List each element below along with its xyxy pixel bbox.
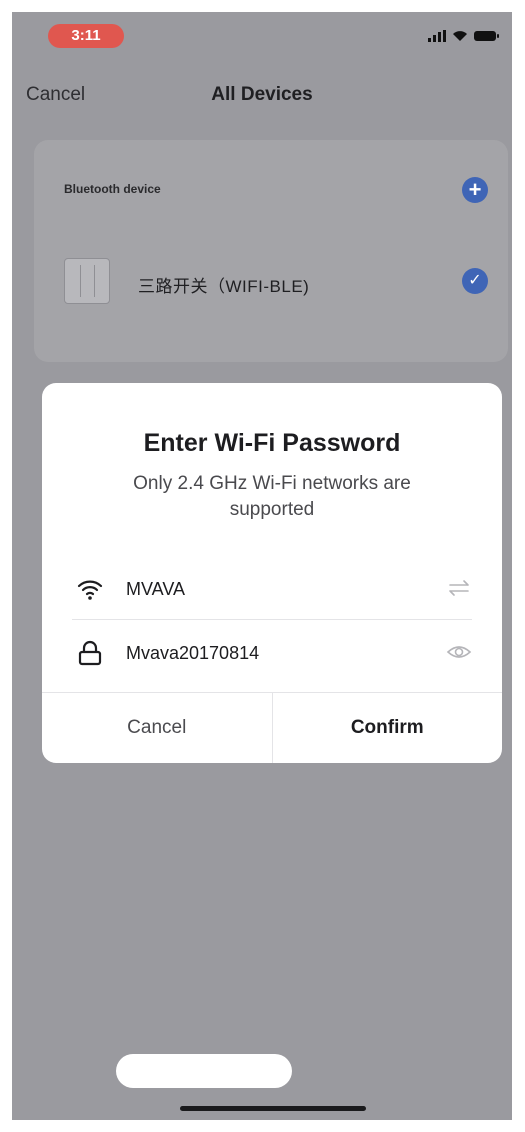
wifi-password-dialog: Enter Wi-Fi Password Only 2.4 GHz Wi-Fi … [42,383,502,763]
ssid-value: MVAVA [126,579,186,599]
wifi-icon [77,580,103,600]
check-icon[interactable]: ✓ [462,268,488,294]
switch-network-icon[interactable] [446,575,472,601]
password-field[interactable]: Mvava20170814 [126,643,259,664]
nav-cancel-button[interactable]: Cancel [26,84,85,106]
section-label: Bluetooth device [64,182,161,196]
home-indicator[interactable] [180,1106,366,1111]
phone-screen: 3:11 All Devices Cancel Bluetooth device… [12,12,512,1120]
confirm-button[interactable]: Confirm [273,693,503,763]
ssid-row[interactable]: MVAVA [72,559,472,620]
signal-icon [428,30,446,42]
switch-device-icon [64,258,110,304]
dialog-subtitle: Only 2.4 GHz Wi-Fi networks are supporte… [133,473,411,520]
bottom-pill [116,1054,292,1088]
dialog-title: Enter Wi-Fi Password [143,429,401,457]
device-card: Bluetooth device + 三路开关（WIFI-BLE) ✓ [34,140,508,362]
lock-icon [78,640,102,666]
dialog-footer: Cancel Confirm [42,692,502,763]
eye-icon[interactable] [446,639,472,665]
password-row[interactable]: Mvava20170814 [72,623,472,683]
wifi-icon [453,31,467,41]
battery-icon [474,31,499,41]
add-icon[interactable]: + [462,177,488,203]
status-time: 3:11 [48,24,124,48]
status-icons [428,28,499,44]
page-title: All Devices [211,84,313,105]
device-name[interactable]: 三路开关（WIFI-BLE) [138,272,309,297]
cancel-button[interactable]: Cancel [42,693,273,763]
